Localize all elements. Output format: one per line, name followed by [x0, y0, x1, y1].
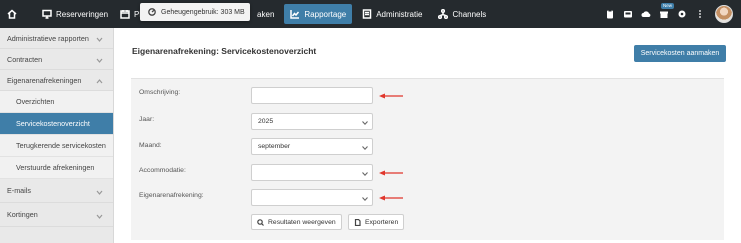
page-title: Eigenarenafrekening: Servicekostenoverzi… — [132, 46, 317, 56]
annotation-arrow-icon — [379, 92, 403, 99]
export-label: Exporteren — [365, 218, 399, 226]
omschrijving-label: Omschrijving: — [139, 89, 181, 96]
sidebar-item-label: Kortingen — [7, 210, 38, 219]
show-results-label: Resultaten weergeven — [268, 218, 336, 226]
omschrijving-input[interactable] — [251, 87, 373, 104]
sidebar-subitem-verstuurde-afrekeningen[interactable]: Verstuurde afrekeningen — [0, 157, 113, 179]
sidebar-subitem-label: Terugkerende servicekosten — [16, 141, 106, 150]
sidebar-item-label: E-mails — [7, 186, 31, 195]
new-badge: New — [661, 3, 675, 9]
memory-usage-popup: Geheugengebruik: 303 MB — [140, 3, 250, 21]
sidebar-item-contracten[interactable]: Contracten — [0, 49, 113, 70]
gauge-icon — [148, 8, 156, 16]
inbox-button[interactable] — [619, 0, 637, 28]
sidebar: Administratieve rapporten Contracten Eig… — [0, 28, 114, 243]
cloud-download-icon — [641, 11, 651, 17]
cloud-download-button[interactable] — [637, 0, 655, 28]
maand-label: Maand: — [139, 142, 162, 149]
chevron-down-icon — [96, 212, 103, 219]
nav-taken[interactable]: aken — [251, 0, 280, 28]
sidebar-item-label: Eigenarenafrekeningen — [7, 75, 82, 85]
chart-icon — [290, 10, 300, 19]
home-button[interactable] — [0, 0, 28, 28]
chevron-down-icon — [362, 120, 368, 126]
maand-value: september — [258, 143, 291, 150]
chevron-down-icon — [362, 171, 368, 177]
sidebar-subitem-servicekostenoverzicht[interactable]: Servicekostenoverzicht — [0, 113, 113, 135]
nav-administratie[interactable]: Administratie — [356, 0, 428, 28]
export-button[interactable]: Exporteren — [348, 214, 405, 230]
nav-reserveringen[interactable]: Reserveringen — [36, 0, 114, 28]
monitor-icon — [42, 9, 52, 19]
home-icon — [7, 9, 17, 19]
settings-icon — [678, 10, 686, 18]
network-icon — [438, 9, 449, 19]
gift-icon — [660, 11, 668, 18]
annotation-arrow-icon — [379, 169, 403, 176]
sidebar-subitem-label: Servicekostenoverzicht — [16, 119, 90, 128]
search-icon — [257, 218, 264, 226]
clipboard-button[interactable] — [601, 0, 619, 28]
nav-label: Rapportage — [304, 9, 347, 19]
filter-form-panel: Omschrijving: Jaar: 2025 Maand: septembe… — [131, 78, 724, 240]
nav-label: Channels — [452, 9, 487, 19]
eigenarenafrekening-label: Eigenarenafrekening: — [139, 192, 204, 199]
annotation-arrow-icon — [379, 194, 403, 201]
chevron-down-icon — [96, 35, 103, 42]
create-service-costs-button[interactable]: Servicekosten aanmaken — [634, 45, 726, 62]
nav-label: Reserveringen — [56, 9, 109, 19]
chevron-down-icon — [362, 145, 368, 151]
accommodatie-select[interactable] — [251, 164, 373, 181]
chevron-up-icon — [96, 77, 103, 84]
main-content: Eigenarenafrekening: Servicekostenoverzi… — [114, 28, 741, 243]
gift-button[interactable]: New — [655, 0, 675, 28]
sidebar-subitem-terugkerende-servicekosten[interactable]: Terugkerende servicekosten — [0, 135, 113, 157]
more-menu-button[interactable] — [691, 0, 709, 28]
calendar-icon — [120, 10, 130, 19]
sidebar-item-kortingen[interactable]: Kortingen — [0, 203, 113, 227]
sidebar-item-administratieve-rapporten[interactable]: Administratieve rapporten — [0, 28, 113, 49]
file-icon — [354, 218, 361, 226]
user-avatar[interactable] — [715, 5, 733, 23]
memory-usage-text: Geheugengebruik: 303 MB — [161, 8, 245, 16]
sidebar-item-eigenarenafrekeningen[interactable]: Eigenarenafrekeningen — [0, 70, 113, 91]
sidebar-subitem-label: Verstuurde afrekeningen — [16, 163, 95, 172]
sidebar-item-label: Administratieve rapporten — [7, 33, 89, 43]
settings-button[interactable] — [673, 0, 691, 28]
sidebar-subitem-label: Overzichten — [16, 97, 55, 106]
jaar-select[interactable]: 2025 — [251, 113, 373, 130]
show-results-button[interactable]: Resultaten weergeven — [251, 214, 342, 230]
ledger-icon — [362, 9, 372, 19]
inbox-icon — [624, 11, 632, 18]
more-icon — [699, 10, 701, 18]
maand-select[interactable]: september — [251, 138, 373, 155]
clipboard-icon — [607, 9, 613, 19]
top-navigation-bar: Reserveringen Plan aken Rapportage Admin… — [0, 0, 741, 28]
jaar-value: 2025 — [258, 118, 274, 125]
sidebar-item-label: Contracten — [7, 54, 43, 64]
eigenarenafrekening-select[interactable] — [251, 189, 373, 206]
nav-rapportage[interactable]: Rapportage — [284, 4, 353, 24]
chevron-down-icon — [96, 56, 103, 63]
accommodatie-label: Accommodatie: — [139, 167, 186, 174]
sidebar-subitem-overzichten[interactable]: Overzichten — [0, 91, 113, 113]
jaar-label: Jaar: — [139, 116, 155, 123]
chevron-down-icon — [96, 188, 103, 195]
nav-channels[interactable]: Channels — [432, 0, 492, 28]
nav-label: aken — [257, 9, 275, 19]
chevron-down-icon — [362, 196, 368, 202]
topbar-right-icons: New — [601, 0, 741, 28]
sidebar-item-e-mails[interactable]: E-mails — [0, 179, 113, 203]
nav-label: Administratie — [376, 9, 423, 19]
